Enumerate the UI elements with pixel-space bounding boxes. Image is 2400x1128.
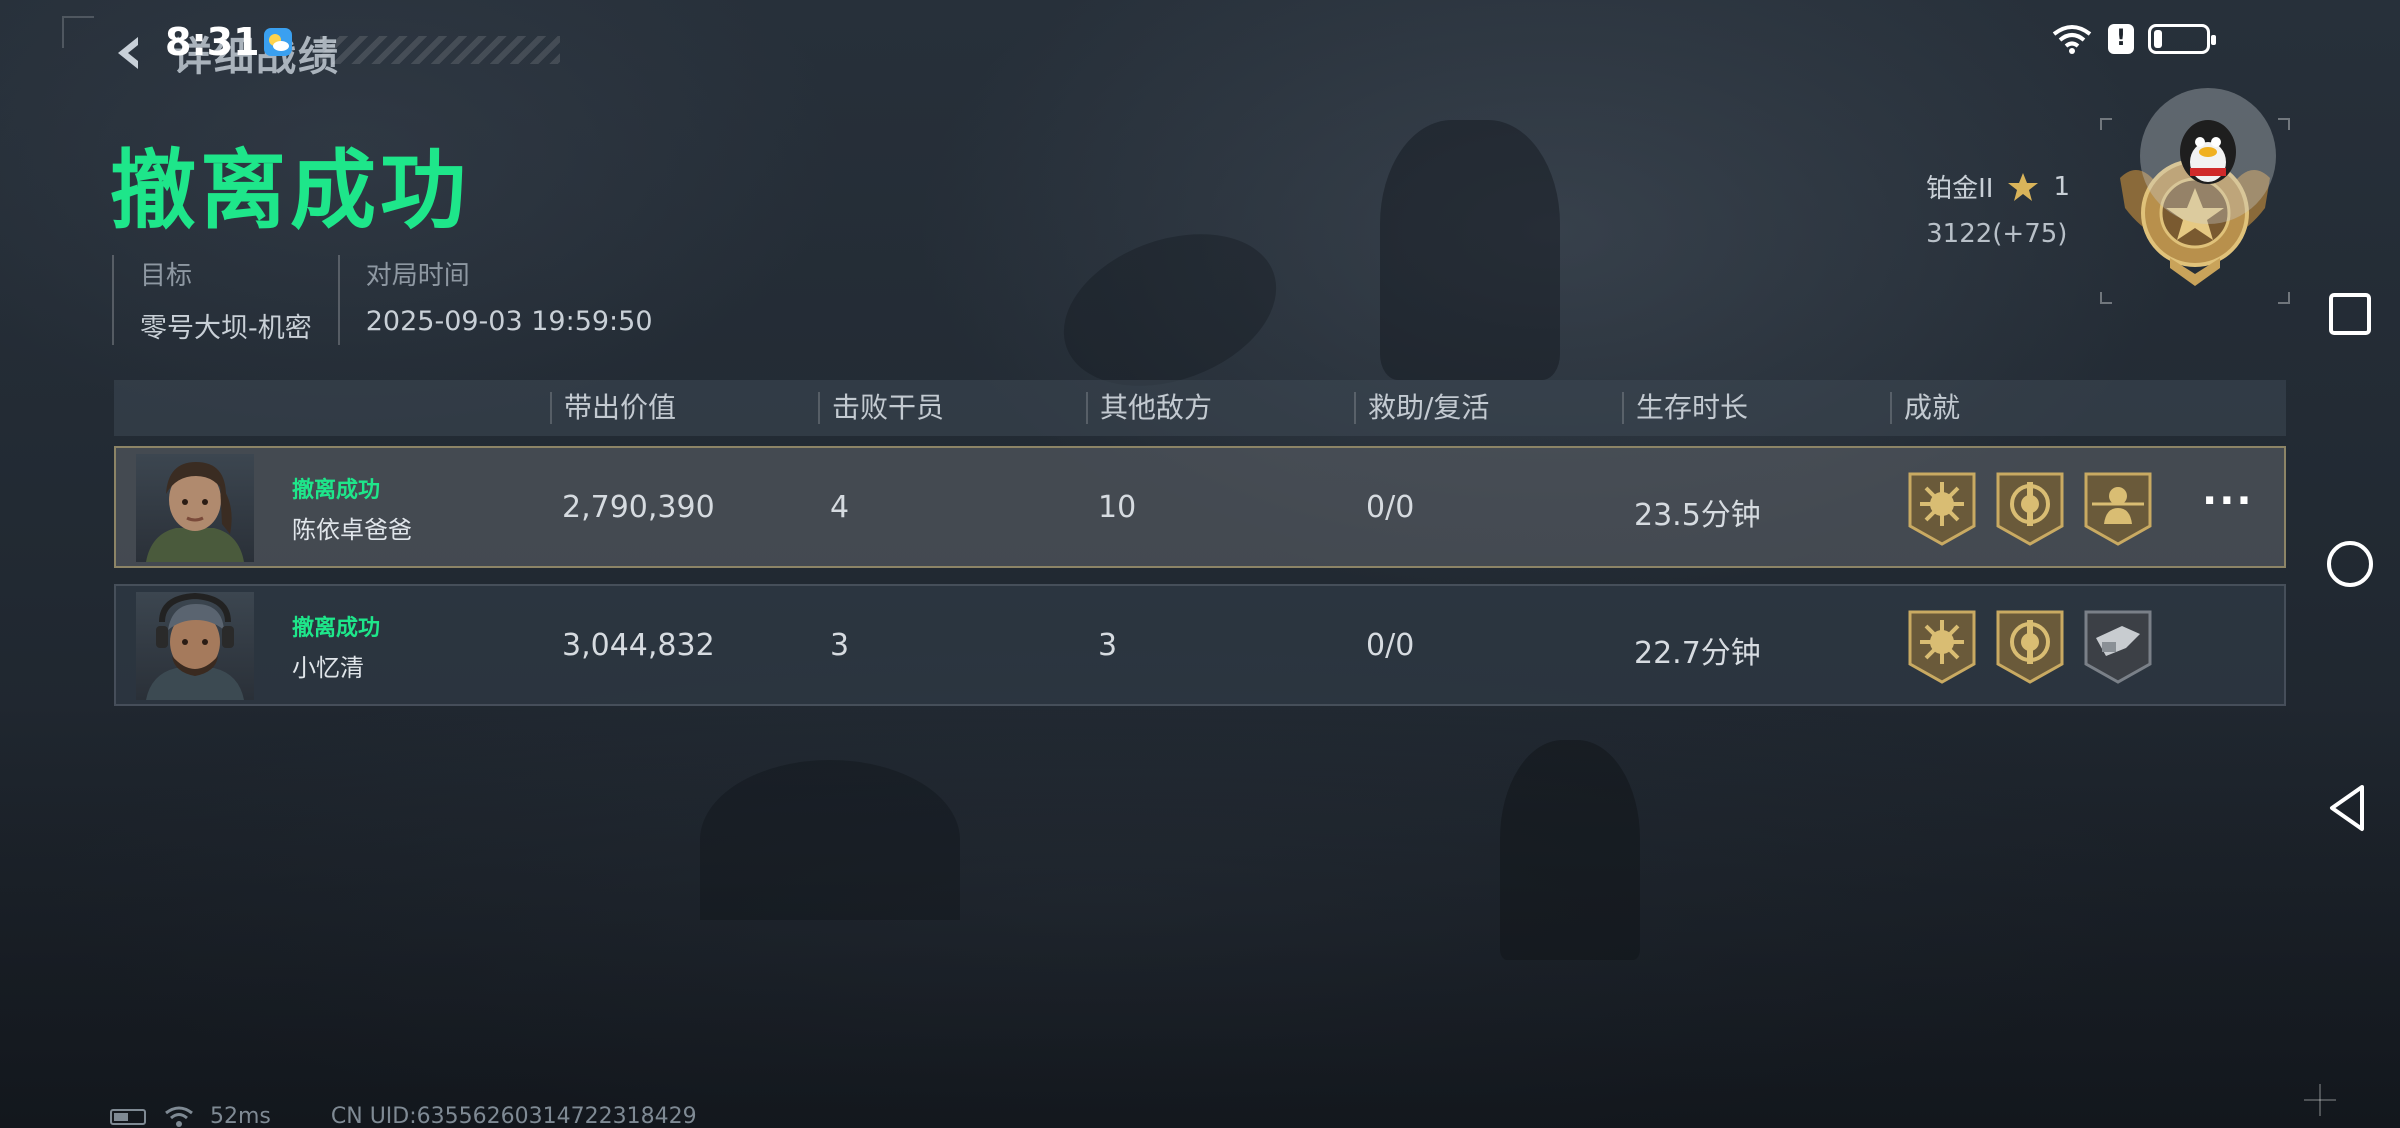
col-header-value: 带出价值: [550, 392, 676, 424]
player-row[interactable]: 撤离成功 小忆清 3,044,832 3 3 0/0 22.7分钟: [114, 584, 2286, 706]
player-status: 撤离成功: [292, 616, 381, 641]
battery-icon: [110, 1108, 146, 1125]
assist-cell: 0/0: [1366, 628, 1415, 663]
wifi-icon: [165, 1106, 193, 1127]
col-header-achievements: 成就: [1890, 392, 1960, 424]
weapon-medal-icon[interactable]: [2082, 608, 2154, 684]
soldier-medal-icon[interactable]: [2082, 470, 2154, 546]
status-icons: !: [2050, 22, 2216, 56]
back-nav-button[interactable]: [2320, 778, 2380, 838]
emblem-medal-icon[interactable]: [1994, 608, 2066, 684]
home-button[interactable]: [2320, 534, 2380, 594]
more-button[interactable]: ···: [2202, 478, 2254, 524]
survival-cell: 22.7分钟: [1634, 636, 1761, 671]
background-shade: [0, 700, 2400, 1128]
match-meta: 目标 零号大坝-机密 对局时间 2025-09-03 19:59:50: [112, 255, 679, 345]
rank-tier: 铂金II: [1926, 174, 1994, 204]
col-header-assist: 救助/复活: [1354, 392, 1489, 424]
player-row[interactable]: 撤离成功 陈依卓爸爸 2,790,390 4 10 0/0 23.5分钟 ···: [114, 446, 2286, 568]
battery-icon: [2148, 24, 2216, 54]
status-bar: 详细战绩 8:31 !: [0, 0, 2400, 80]
match-time-value: 2025-09-03 19:59:50: [365, 306, 653, 337]
sun-medal-icon[interactable]: [1906, 470, 1978, 546]
value-cell: 2,790,390: [562, 490, 715, 525]
assist-cell: 0/0: [1366, 490, 1415, 525]
player-avatar: [136, 592, 254, 700]
result-title: 撤离成功: [110, 141, 470, 241]
col-header-survival: 生存时长: [1622, 392, 1748, 424]
emblem-medal-icon[interactable]: [1994, 470, 2066, 546]
status-time: 8:31: [165, 20, 260, 64]
wifi-icon: [2052, 25, 2092, 54]
col-header-other-enemies: 其他敌方: [1086, 392, 1212, 424]
col-header-kills: 击败干员: [818, 392, 944, 424]
table-header: 带出价值 击败干员 其他敌方 救助/复活 生存时长 成就: [114, 380, 2286, 436]
rank-score: 3122(+75): [1926, 219, 2068, 249]
crosshair-icon: [2304, 1084, 2336, 1116]
target-label: 目标: [140, 261, 193, 291]
battery-level: [2154, 30, 2162, 48]
sun-medal-icon[interactable]: [1906, 608, 1978, 684]
corner-decoration: [62, 16, 94, 48]
player-status: 撤离成功: [292, 478, 381, 503]
target-block: 目标 零号大坝-机密: [112, 255, 312, 345]
player-avatar: [136, 454, 254, 562]
rank-info: 铂金II 1 3122(+75): [1926, 168, 2070, 250]
game-screen: 详细战绩 8:31 ! 撤离成功 目标 零号大坝-机密 对局时间 2025-09…: [0, 0, 2400, 1128]
match-time-label: 对局时间: [365, 261, 470, 291]
star-icon: [2008, 172, 2039, 201]
background-silhouette: [700, 760, 960, 920]
value-cell: 3,044,832: [562, 628, 715, 663]
hatch-decoration: [320, 36, 560, 64]
uid-text: CN UID:6355626031472231​8429: [330, 1104, 697, 1128]
kills-cell: 3: [830, 628, 850, 663]
recent-apps-button[interactable]: [2320, 284, 2380, 344]
floating-avatar[interactable]: [2140, 88, 2276, 224]
ping-text: 52ms: [210, 1104, 271, 1128]
footer-bar: 52ms CN UID:6355626031472231​8429: [110, 1104, 697, 1128]
target-value: 零号大坝-机密: [140, 313, 312, 344]
alert-icon: !: [2108, 24, 2134, 54]
back-arrow-icon: [118, 37, 138, 69]
other-enemies-cell: 10: [1098, 490, 1137, 525]
other-enemies-cell: 3: [1098, 628, 1118, 663]
survival-cell: 23.5分钟: [1634, 498, 1761, 533]
weather-icon: [264, 28, 292, 56]
background-silhouette: [1500, 740, 1640, 960]
kills-cell: 4: [830, 490, 850, 525]
penguin-icon: [2180, 120, 2236, 184]
rank-stars: 1: [2053, 171, 2070, 202]
background-silhouette: [1380, 120, 1560, 380]
player-name: 陈依卓爸爸: [292, 516, 412, 544]
time-block: 对局时间 2025-09-03 19:59:50: [337, 255, 653, 345]
player-name: 小忆清: [292, 654, 364, 682]
